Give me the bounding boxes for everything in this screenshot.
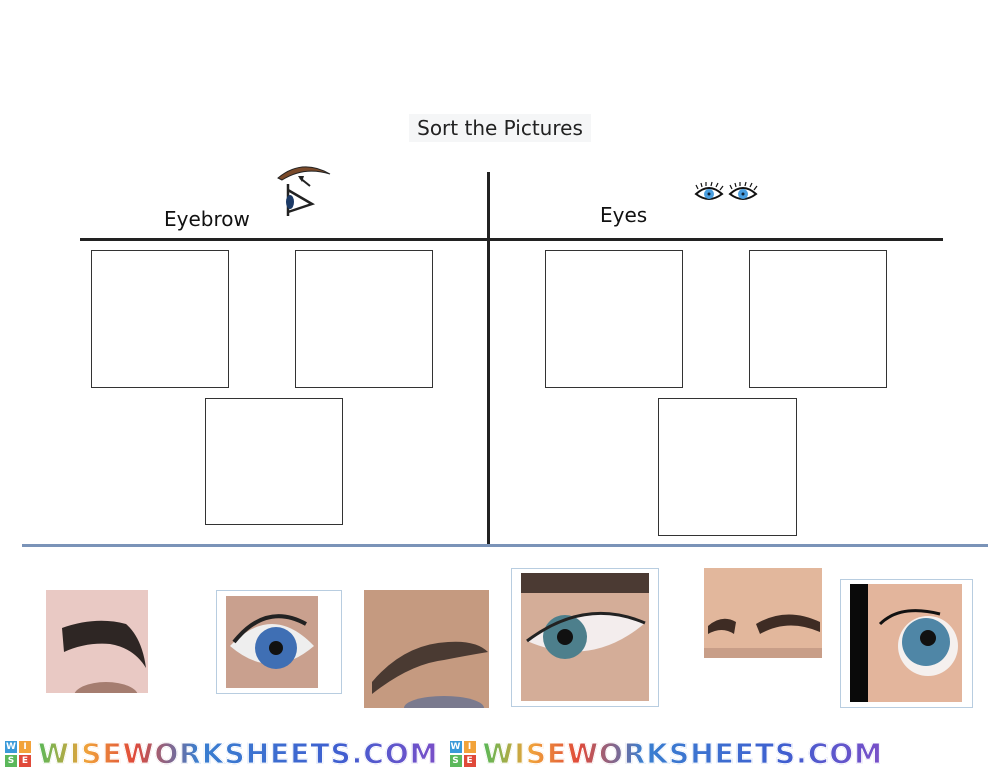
brand-text: WISEWORKSHEETS.COM <box>38 737 439 771</box>
column-divider <box>487 172 490 545</box>
drop-target-eyebrow-3[interactable] <box>205 398 343 525</box>
drop-target-eyes-3[interactable] <box>658 398 797 536</box>
drop-target-eyes-1[interactable] <box>545 250 683 388</box>
brand-logo-icon: W I S E <box>4 740 32 768</box>
logo-letter: I <box>19 740 31 753</box>
teal-eye-photo <box>521 573 649 701</box>
blue-eye-photo <box>226 596 318 688</box>
draggable-picture-eye-2[interactable] <box>511 568 659 707</box>
drop-target-eyebrow-1[interactable] <box>91 250 229 388</box>
logo-letter: E <box>463 754 476 767</box>
draggable-picture-eyebrow-2[interactable] <box>364 590 489 708</box>
draggable-picture-eyebrow-1[interactable] <box>46 590 148 693</box>
brand-logo-icon: W I S E <box>449 740 477 768</box>
worksheet-title: Sort the Pictures <box>409 114 591 142</box>
footer-watermark: W I S E WISEWORKSHEETS.COM W I S E WISEW… <box>0 735 1000 772</box>
logo-letter: W <box>5 740 17 753</box>
brand-text: WISEWORKSHEETS.COM <box>482 737 884 771</box>
side-eye-photo <box>850 584 962 702</box>
drop-target-eyebrow-2[interactable] <box>295 250 433 388</box>
eyes-icon <box>694 181 758 200</box>
logo-letter: E <box>19 754 31 767</box>
logo-letter: I <box>463 740 476 753</box>
header-divider <box>80 238 943 241</box>
column-header-eyebrow: Eyebrow <box>164 207 250 231</box>
section-separator <box>22 544 988 547</box>
draggable-picture-eyebrow-3[interactable] <box>704 568 822 658</box>
column-header-eyes: Eyes <box>600 203 648 227</box>
drop-target-eyes-2[interactable] <box>749 250 887 388</box>
draggable-picture-eye-1[interactable] <box>216 590 342 694</box>
logo-letter: S <box>449 754 462 767</box>
logo-letter: W <box>449 740 462 753</box>
logo-letter: S <box>5 754 17 767</box>
eyebrow-eye-icon <box>277 166 331 216</box>
draggable-picture-eye-3[interactable] <box>840 579 973 708</box>
